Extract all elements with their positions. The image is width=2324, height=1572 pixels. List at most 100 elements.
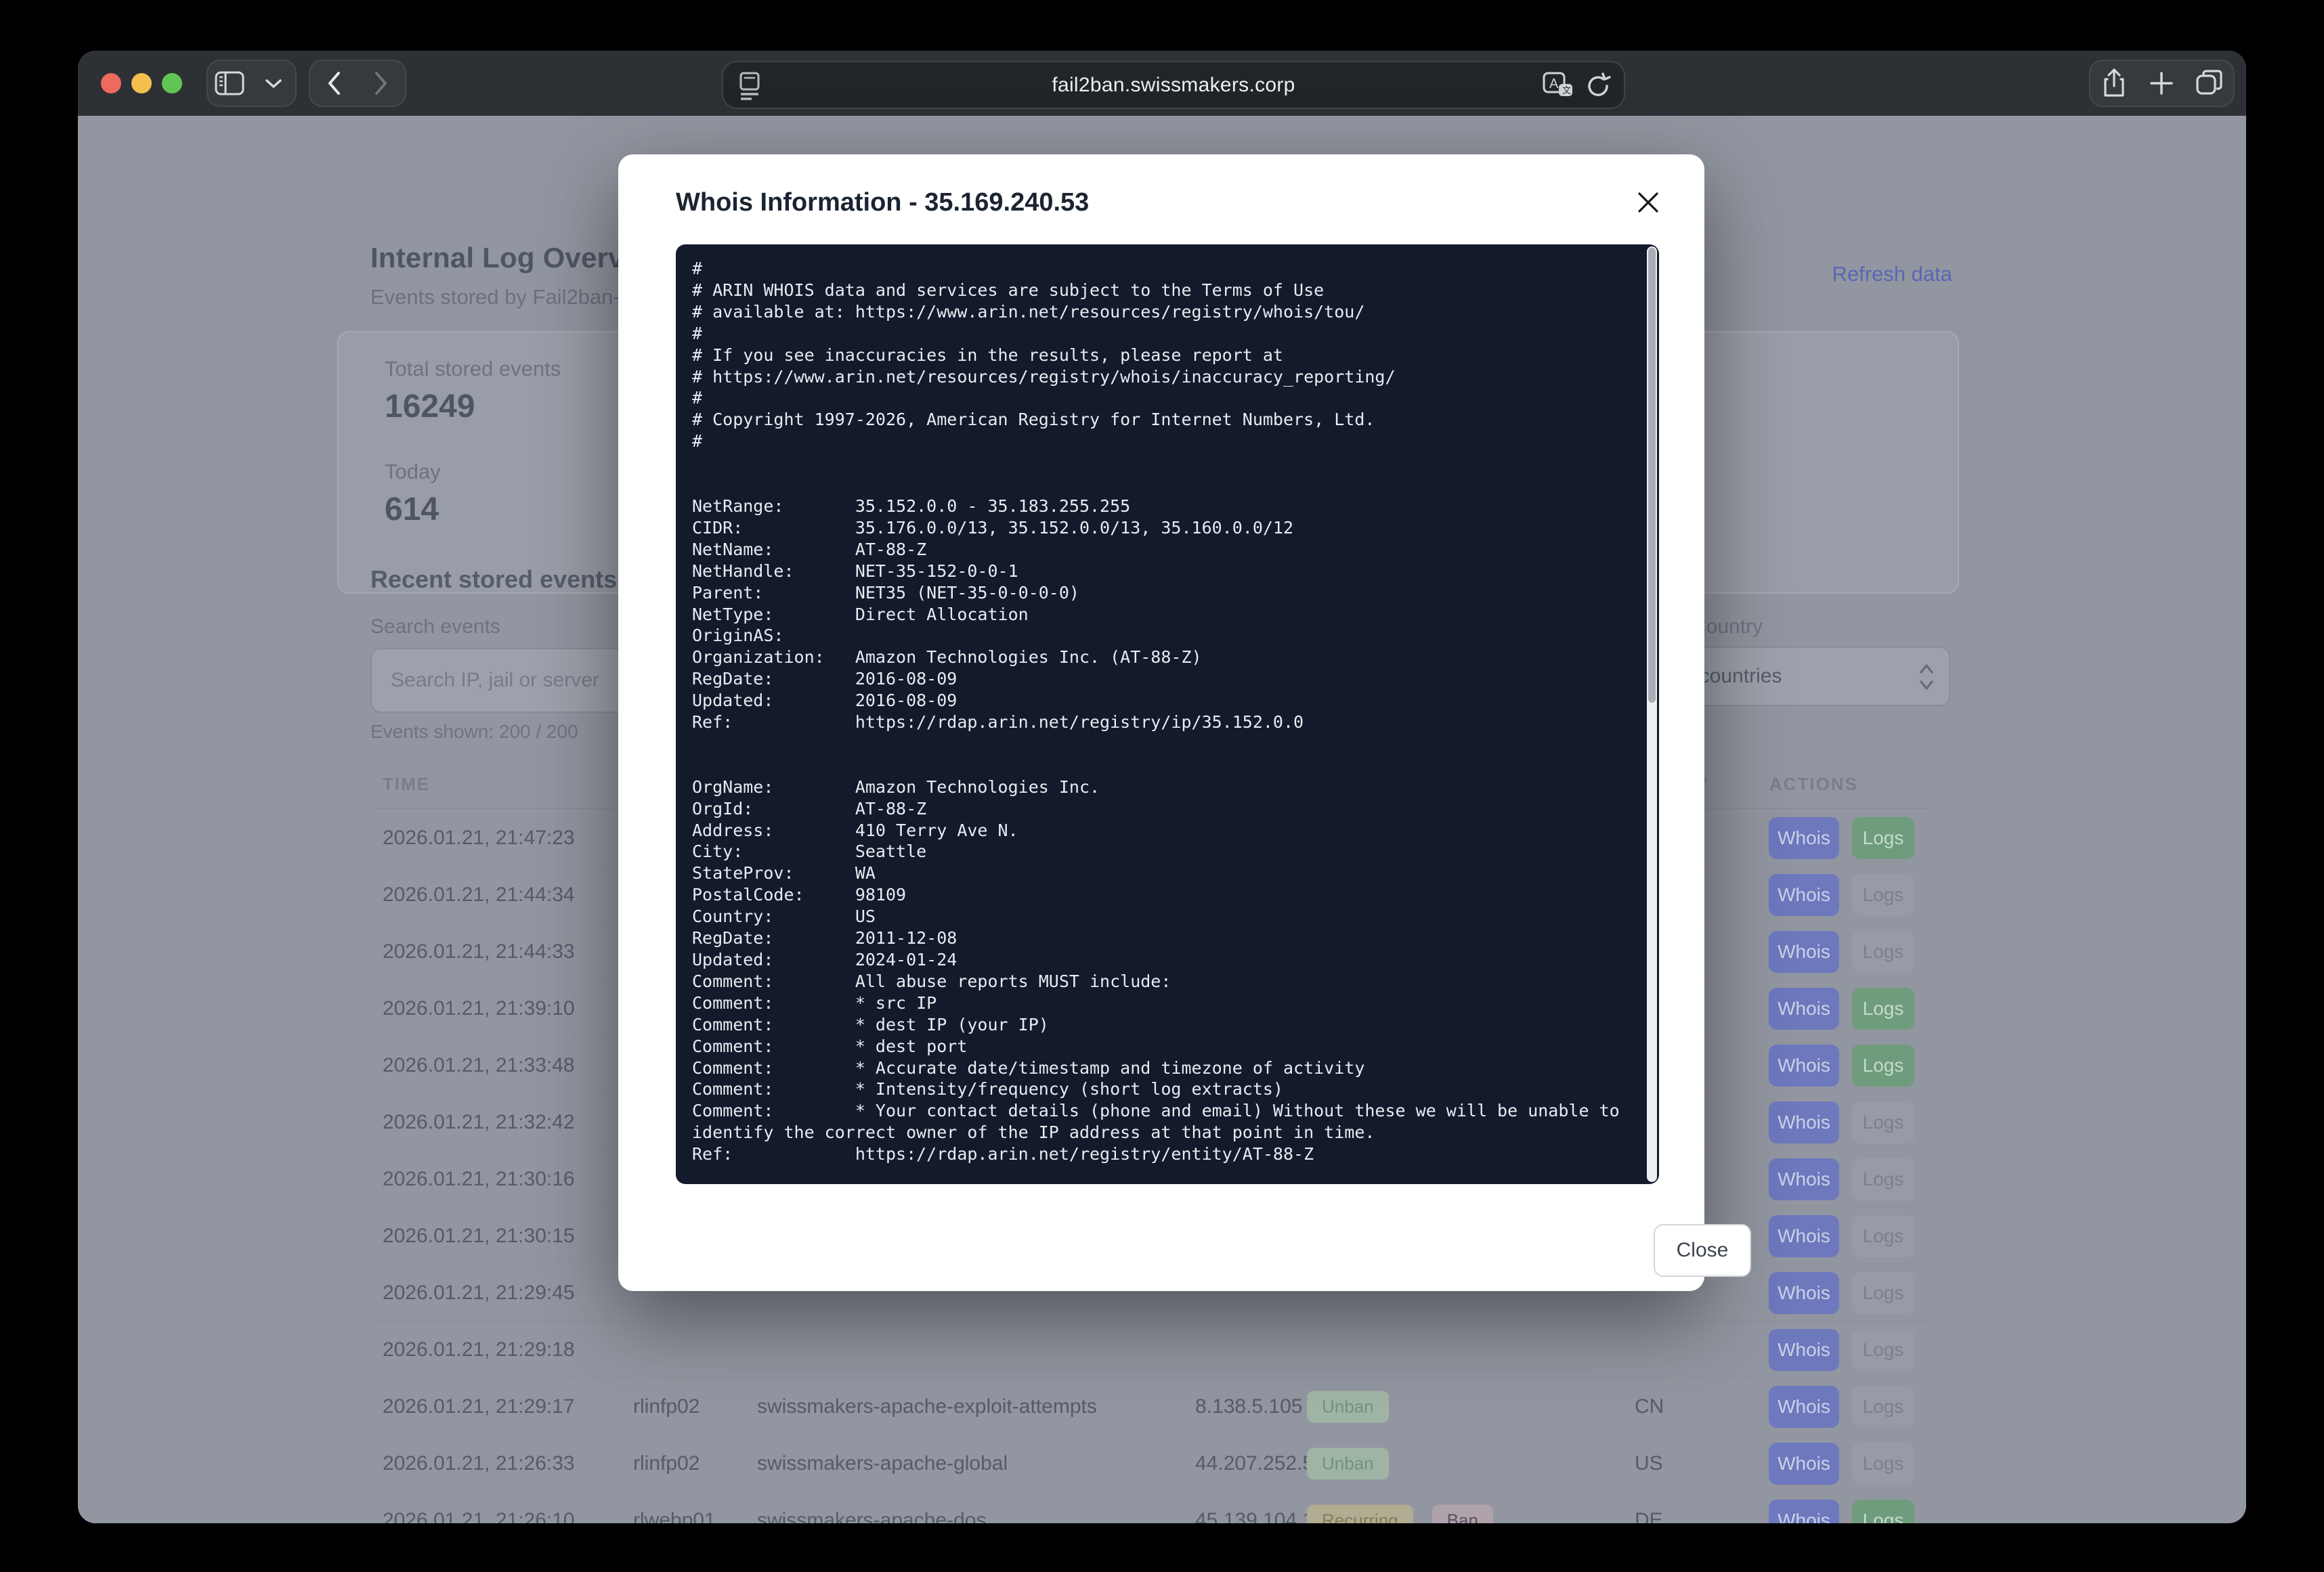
- cell-jail: swissmakers-apache-exploit-attempts: [757, 1395, 1097, 1418]
- status-badges: Unban: [1307, 1448, 1389, 1480]
- whois-button[interactable]: Whois: [1769, 874, 1839, 916]
- cell-country: DE: [1635, 1509, 1663, 1523]
- zoom-window-button[interactable]: [162, 73, 182, 93]
- logs-button[interactable]: Logs: [1852, 1329, 1914, 1371]
- address-bar[interactable]: fail2ban.swissmakers.corp A文: [722, 61, 1625, 109]
- whois-output-text: # # ARIN WHOIS data and services are sub…: [676, 244, 1659, 1179]
- logs-button[interactable]: Logs: [1852, 1101, 1914, 1143]
- cell-time: 2026.01.21, 21:29:17: [383, 1395, 575, 1418]
- today-label: Today: [385, 460, 441, 484]
- tabs-overview-icon[interactable]: [2186, 61, 2233, 106]
- forward-icon[interactable]: [358, 61, 405, 106]
- cell-server: rlinfp02: [633, 1452, 700, 1475]
- terminal-scrollbar[interactable]: [1647, 246, 1657, 1182]
- logs-button[interactable]: Logs: [1852, 1158, 1914, 1200]
- sidebar-toggle-icon[interactable]: [208, 61, 252, 106]
- logs-button[interactable]: Logs: [1852, 1045, 1914, 1087]
- whois-button[interactable]: Whois: [1769, 931, 1839, 973]
- whois-button[interactable]: Whois: [1769, 1386, 1839, 1428]
- back-icon[interactable]: [310, 61, 358, 106]
- cell-time: 2026.01.21, 21:26:10: [383, 1509, 575, 1523]
- status-badges: Recurring Ban: [1307, 1505, 1493, 1524]
- minimize-window-button[interactable]: [131, 73, 152, 93]
- cell-server: rlinfp02: [633, 1395, 700, 1418]
- share-icon[interactable]: [2090, 61, 2138, 106]
- close-icon[interactable]: [1631, 185, 1665, 219]
- refresh-data-link[interactable]: Refresh data: [1832, 262, 1953, 286]
- modal-close-button[interactable]: Close: [1654, 1224, 1751, 1277]
- logs-button[interactable]: Logs: [1852, 817, 1914, 859]
- status-badge: Unban: [1307, 1391, 1389, 1423]
- cell-time: 2026.01.21, 21:44:33: [383, 940, 575, 963]
- whois-button[interactable]: Whois: [1769, 1500, 1839, 1523]
- logs-button[interactable]: Logs: [1852, 1272, 1914, 1314]
- svg-text:A: A: [1549, 77, 1559, 91]
- whois-button[interactable]: Whois: [1769, 1158, 1839, 1200]
- whois-modal-title: Whois Information - 35.169.240.53: [676, 188, 1089, 217]
- cell-time: 2026.01.21, 21:26:33: [383, 1452, 575, 1475]
- svg-text:文: 文: [1562, 85, 1571, 95]
- cell-time: 2026.01.21, 21:47:23: [383, 827, 575, 850]
- total-events-value: 16249: [385, 388, 475, 425]
- cell-jail: swissmakers-apache-global: [757, 1452, 1008, 1475]
- cell-time: 2026.01.21, 21:44:34: [383, 883, 575, 907]
- cell-time: 2026.01.21, 21:29:45: [383, 1282, 575, 1305]
- cell-ip: 44.207.252.58: [1195, 1452, 1325, 1475]
- terminal-scrollbar-thumb[interactable]: [1648, 248, 1656, 703]
- page-subtitle: Events stored by Fail2ban-UI: [370, 285, 641, 309]
- logs-button[interactable]: Logs: [1852, 931, 1914, 973]
- col-header-actions: ACTIONS: [1769, 774, 1858, 795]
- table-row: 2026.01.21, 21:26:33 rlinfp02 swissmakers-…: [337, 1435, 1959, 1492]
- new-tab-icon[interactable]: [2138, 61, 2185, 106]
- browser-toolbar: fail2ban.swissmakers.corp A文: [78, 51, 2246, 116]
- logs-button[interactable]: Logs: [1852, 1443, 1914, 1485]
- today-value: 614: [385, 491, 439, 528]
- status-badges: Unban: [1307, 1391, 1389, 1423]
- nav-group: [309, 60, 406, 107]
- select-chevrons-icon: [1919, 661, 1934, 693]
- logs-button[interactable]: Logs: [1852, 1500, 1914, 1523]
- whois-button[interactable]: Whois: [1769, 1329, 1839, 1371]
- cell-time: 2026.01.21, 21:29:18: [383, 1338, 575, 1361]
- status-badge: Recurring: [1307, 1505, 1413, 1524]
- cell-time: 2026.01.21, 21:30:16: [383, 1168, 575, 1191]
- logs-button[interactable]: Logs: [1852, 1386, 1914, 1428]
- cell-time: 2026.01.21, 21:32:42: [383, 1111, 575, 1134]
- browser-window: fail2ban.swissmakers.corp A文 I: [78, 51, 2246, 1523]
- col-header-time: TIME: [383, 774, 430, 795]
- url-text: fail2ban.swissmakers.corp: [723, 74, 1624, 97]
- cell-time: 2026.01.21, 21:30:15: [383, 1225, 575, 1248]
- total-events-label: Total stored events: [385, 357, 561, 381]
- status-badge: Ban: [1432, 1505, 1493, 1524]
- whois-button[interactable]: Whois: [1769, 1045, 1839, 1087]
- reload-icon[interactable]: [1585, 72, 1612, 100]
- chevron-down-icon[interactable]: [252, 61, 296, 106]
- table-row: 2026.01.21, 21:29:18 Whois Logs: [337, 1322, 1959, 1378]
- sidebar-toggle-group: [207, 60, 297, 107]
- whois-modal: Whois Information - 35.169.240.53 # # AR…: [618, 154, 1704, 1291]
- cell-time: 2026.01.21, 21:33:48: [383, 1054, 575, 1077]
- whois-button[interactable]: Whois: [1769, 1215, 1839, 1257]
- cell-time: 2026.01.21, 21:39:10: [383, 997, 575, 1020]
- recent-events-heading: Recent stored events: [370, 565, 617, 594]
- logs-button[interactable]: Logs: [1852, 874, 1914, 916]
- logs-button[interactable]: Logs: [1852, 1215, 1914, 1257]
- status-badge: Unban: [1307, 1448, 1389, 1480]
- table-row: 2026.01.21, 21:29:17 rlinfp02 swissmakers-…: [337, 1378, 1959, 1435]
- cell-jail: swissmakers-apache-dos: [757, 1509, 986, 1523]
- table-row: 2026.01.21, 21:26:10rlwebp01swissmakers-…: [337, 1492, 1959, 1523]
- search-events-label: Search events: [370, 615, 500, 638]
- cell-ip: 8.138.5.105: [1195, 1395, 1302, 1418]
- whois-button[interactable]: Whois: [1769, 1101, 1839, 1143]
- logs-button[interactable]: Logs: [1852, 988, 1914, 1030]
- cell-country: CN: [1635, 1395, 1664, 1418]
- whois-button[interactable]: Whois: [1769, 1443, 1839, 1485]
- translate-icon[interactable]: A文: [1543, 72, 1574, 100]
- close-window-button[interactable]: [101, 73, 121, 93]
- toolbar-right-group: [2089, 60, 2235, 107]
- whois-button[interactable]: Whois: [1769, 988, 1839, 1030]
- whois-button[interactable]: Whois: [1769, 1272, 1839, 1314]
- events-shown-count: Events shown: 200 / 200: [370, 721, 578, 743]
- whois-output-terminal: # # ARIN WHOIS data and services are sub…: [676, 244, 1659, 1184]
- whois-button[interactable]: Whois: [1769, 817, 1839, 859]
